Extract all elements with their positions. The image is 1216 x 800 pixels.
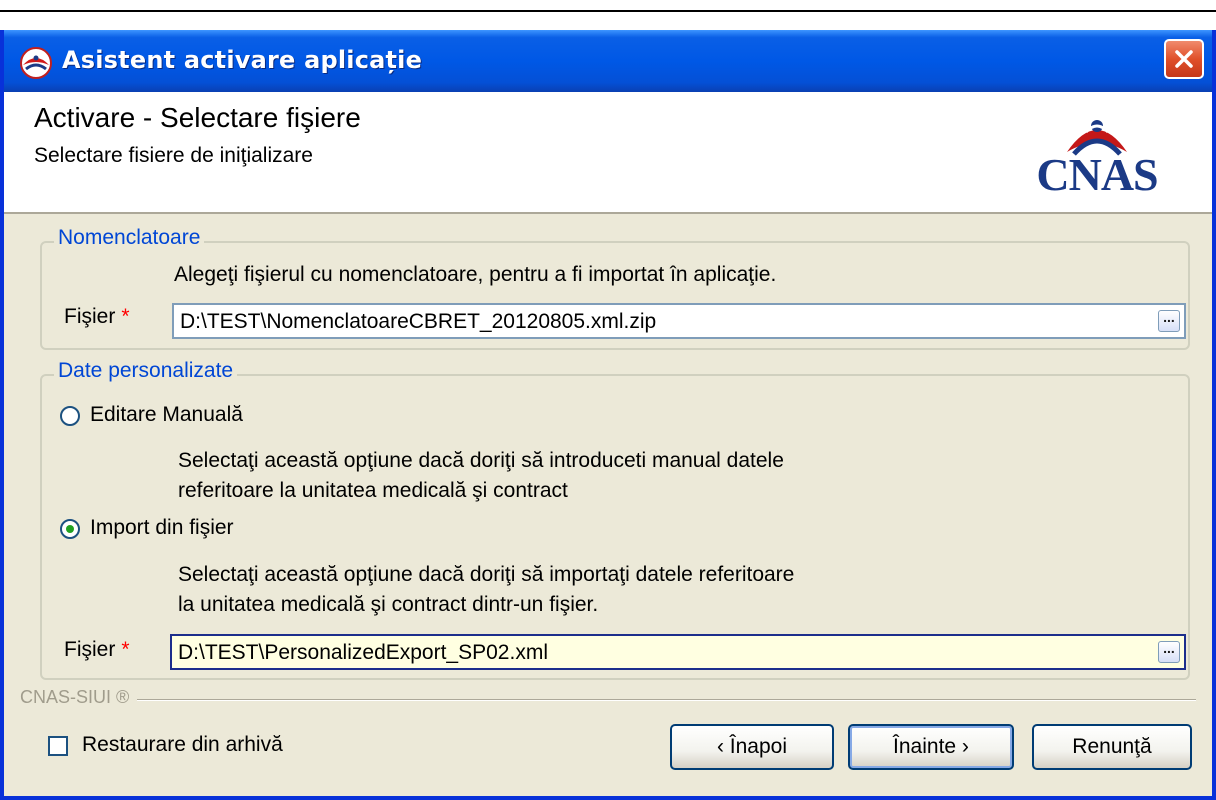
required-marker: *	[121, 638, 130, 661]
file-label-text: Fişier	[64, 638, 116, 661]
nomenclatoare-file-label: Fişier *	[64, 305, 130, 329]
nomenclatoare-group: Nomenclatoare Alegeţi fişierul cu nomenc…	[40, 226, 1190, 350]
import-din-fisier-radio[interactable]	[60, 519, 80, 539]
back-button[interactable]: ‹ Înapoi	[670, 724, 834, 770]
import-din-fisier-description-line1: Selectaţi această opţiune dacă doriţi să…	[178, 563, 795, 586]
page-title: Activare - Selectare fişiere	[34, 102, 361, 133]
brand-label: CNAS-SIUI ®	[20, 687, 138, 708]
wizard-header: Activare - Selectare fişiere Selectare f…	[4, 92, 1212, 214]
import-din-fisier-description-line2: la unitatea medicală şi contract dintr-u…	[178, 593, 599, 616]
window-title: Asistent activare aplicație	[62, 46, 423, 74]
nomenclatoare-browse-button[interactable]: ...	[1158, 310, 1180, 332]
cnas-logo: CNAS	[1012, 106, 1182, 198]
radio-selected-dot	[66, 525, 74, 533]
import-din-fisier-description: Selectaţi această opţiune dacă doriţi să…	[178, 560, 794, 620]
editare-manuala-radio[interactable]	[60, 406, 80, 426]
editare-manuala-description-line2: referitoare la unitatea medicală şi cont…	[178, 479, 568, 502]
nomenclatoare-file-value: D:\TEST\NomenclatoareCBRET_20120805.xml.…	[180, 310, 657, 333]
editare-manuala-label[interactable]: Editare Manuală	[90, 403, 243, 427]
date-personalizate-legend: Date personalizate	[54, 359, 238, 383]
import-din-fisier-label[interactable]: Import din fişier	[90, 516, 234, 540]
close-icon	[1175, 50, 1193, 68]
nomenclatoare-file-input[interactable]: D:\TEST\NomenclatoareCBRET_20120805.xml.…	[172, 303, 1186, 339]
title-bar[interactable]: Asistent activare aplicație	[4, 30, 1212, 92]
footer-divider	[20, 699, 1196, 701]
date-personalizate-group: Date personalizate Editare Manuală Selec…	[40, 359, 1190, 680]
personalizate-browse-button[interactable]: ...	[1158, 641, 1180, 663]
page-top-rule	[0, 10, 1216, 12]
personalizate-file-input[interactable]: D:\TEST\PersonalizedExport_SP02.xml ...	[170, 634, 1186, 670]
dialog-window: Asistent activare aplicație Activare - S…	[0, 30, 1216, 800]
cnas-app-icon	[20, 47, 52, 79]
restaurare-checkbox[interactable]	[48, 736, 68, 756]
next-button[interactable]: Înainte ›	[848, 724, 1014, 770]
restaurare-label[interactable]: Restaurare din arhivă	[82, 733, 283, 757]
close-button[interactable]	[1164, 39, 1204, 79]
editare-manuala-description-line1: Selectaţi această opţiune dacă doriţi să…	[178, 449, 784, 472]
editare-manuala-description: Selectaţi această opţiune dacă doriţi să…	[178, 446, 784, 506]
personalizate-file-label: Fişier *	[64, 638, 130, 662]
nomenclatoare-legend: Nomenclatoare	[54, 226, 205, 250]
required-marker: *	[121, 305, 130, 328]
nomenclatoare-instruction: Alegeţi fişierul cu nomenclatoare, pentr…	[174, 263, 777, 286]
personalizate-file-value: D:\TEST\PersonalizedExport_SP02.xml	[178, 641, 548, 664]
page-subtitle: Selectare fisiere de iniţializare	[34, 144, 313, 167]
cnas-logo-text: CNAS	[1036, 149, 1158, 200]
cancel-button[interactable]: Renunţă	[1032, 724, 1192, 770]
file-label-text: Fişier	[64, 305, 116, 328]
